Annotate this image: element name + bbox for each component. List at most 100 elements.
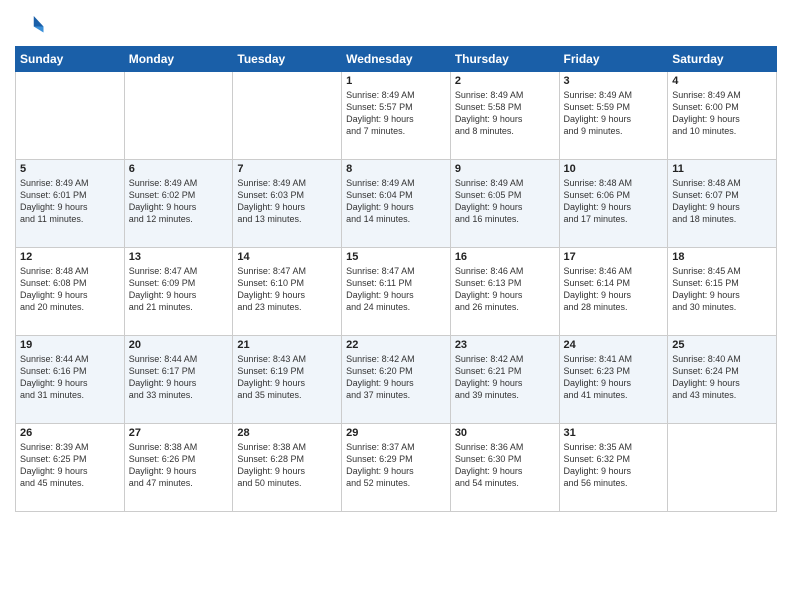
calendar-cell: 10 Sunrise: 8:48 AM Sunset: 6:06 PM Dayli…: [559, 160, 668, 248]
day-number: 26: [20, 427, 120, 439]
cell-info: Sunrise: 8:49 AM Sunset: 6:00 PM Dayligh…: [672, 89, 772, 138]
weekday-header-wednesday: Wednesday: [342, 47, 451, 72]
cell-info: Sunrise: 8:47 AM Sunset: 6:09 PM Dayligh…: [129, 265, 229, 314]
week-row-1: 5Sunrise: 8:49 AM Sunset: 6:01 PM Daylig…: [16, 160, 777, 248]
calendar-cell: 9 Sunrise: 8:49 AM Sunset: 6:05 PM Daylig…: [450, 160, 559, 248]
page: SundayMondayTuesdayWednesdayThursdayFrid…: [0, 0, 792, 612]
day-number: 10: [564, 163, 664, 175]
calendar-cell: 21 Sunrise: 8:43 AM Sunset: 6:19 PM Dayli…: [233, 336, 342, 424]
day-number: 4: [672, 75, 772, 87]
day-number: 25: [672, 339, 772, 351]
day-number: 5: [20, 163, 120, 175]
calendar: SundayMondayTuesdayWednesdayThursdayFrid…: [15, 46, 777, 512]
cell-info: Sunrise: 8:42 AM Sunset: 6:21 PM Dayligh…: [455, 353, 555, 402]
calendar-cell: [668, 424, 777, 512]
day-number: 18: [672, 251, 772, 263]
week-row-0: 1 Sunrise: 8:49 AM Sunset: 5:57 PM Daylig…: [16, 72, 777, 160]
day-number: 2: [455, 75, 555, 87]
cell-info: Sunrise: 8:40 AM Sunset: 6:24 PM Dayligh…: [672, 353, 772, 402]
calendar-cell: 13 Sunrise: 8:47 AM Sunset: 6:09 PM Dayli…: [124, 248, 233, 336]
calendar-cell: 17 Sunrise: 8:46 AM Sunset: 6:14 PM Dayli…: [559, 248, 668, 336]
week-row-4: 26 Sunrise: 8:39 AM Sunset: 6:25 PM Dayli…: [16, 424, 777, 512]
day-number: 8: [346, 163, 446, 175]
calendar-cell: 30 Sunrise: 8:36 AM Sunset: 6:30 PM Dayli…: [450, 424, 559, 512]
calendar-cell: [124, 72, 233, 160]
cell-info: Sunrise: 8:45 AM Sunset: 6:15 PM Dayligh…: [672, 265, 772, 314]
cell-info: Sunrise: 8:38 AM Sunset: 6:28 PM Dayligh…: [237, 441, 337, 490]
calendar-cell: [233, 72, 342, 160]
day-number: 13: [129, 251, 229, 263]
calendar-cell: 11 Sunrise: 8:48 AM Sunset: 6:07 PM Dayli…: [668, 160, 777, 248]
day-number: 29: [346, 427, 446, 439]
header: [15, 10, 777, 40]
calendar-cell: 3 Sunrise: 8:49 AM Sunset: 5:59 PM Daylig…: [559, 72, 668, 160]
cell-info: Sunrise: 8:35 AM Sunset: 6:32 PM Dayligh…: [564, 441, 664, 490]
day-number: 27: [129, 427, 229, 439]
weekday-header-thursday: Thursday: [450, 47, 559, 72]
calendar-cell: 8 Sunrise: 8:49 AM Sunset: 6:04 PM Daylig…: [342, 160, 451, 248]
cell-info: Sunrise: 8:46 AM Sunset: 6:14 PM Dayligh…: [564, 265, 664, 314]
cell-info: Sunrise: 8:49 AM Sunset: 6:04 PM Dayligh…: [346, 177, 446, 226]
day-number: 21: [237, 339, 337, 351]
cell-info: Sunrise: 8:39 AM Sunset: 6:25 PM Dayligh…: [20, 441, 120, 490]
day-number: 20: [129, 339, 229, 351]
calendar-cell: 1 Sunrise: 8:49 AM Sunset: 5:57 PM Daylig…: [342, 72, 451, 160]
weekday-header-row: SundayMondayTuesdayWednesdayThursdayFrid…: [16, 47, 777, 72]
calendar-cell: 16Sunrise: 8:46 AM Sunset: 6:13 PM Dayli…: [450, 248, 559, 336]
cell-info: Sunrise: 8:49 AM Sunset: 5:58 PM Dayligh…: [455, 89, 555, 138]
calendar-cell: 18 Sunrise: 8:45 AM Sunset: 6:15 PM Dayli…: [668, 248, 777, 336]
cell-info: Sunrise: 8:37 AM Sunset: 6:29 PM Dayligh…: [346, 441, 446, 490]
logo: [15, 10, 47, 40]
cell-info: Sunrise: 8:49 AM Sunset: 6:03 PM Dayligh…: [237, 177, 337, 226]
cell-info: Sunrise: 8:49 AM Sunset: 5:57 PM Dayligh…: [346, 89, 446, 138]
cell-info: Sunrise: 8:48 AM Sunset: 6:07 PM Dayligh…: [672, 177, 772, 226]
cell-info: Sunrise: 8:41 AM Sunset: 6:23 PM Dayligh…: [564, 353, 664, 402]
day-number: 3: [564, 75, 664, 87]
cell-info: Sunrise: 8:36 AM Sunset: 6:30 PM Dayligh…: [455, 441, 555, 490]
day-number: 28: [237, 427, 337, 439]
weekday-header-tuesday: Tuesday: [233, 47, 342, 72]
day-number: 17: [564, 251, 664, 263]
cell-info: Sunrise: 8:42 AM Sunset: 6:20 PM Dayligh…: [346, 353, 446, 402]
cell-info: Sunrise: 8:47 AM Sunset: 6:10 PM Dayligh…: [237, 265, 337, 314]
calendar-cell: 26 Sunrise: 8:39 AM Sunset: 6:25 PM Dayli…: [16, 424, 125, 512]
calendar-cell: 6Sunrise: 8:49 AM Sunset: 6:02 PM Daylig…: [124, 160, 233, 248]
cell-info: Sunrise: 8:43 AM Sunset: 6:19 PM Dayligh…: [237, 353, 337, 402]
day-number: 11: [672, 163, 772, 175]
week-row-3: 19Sunrise: 8:44 AM Sunset: 6:16 PM Dayli…: [16, 336, 777, 424]
week-row-2: 12Sunrise: 8:48 AM Sunset: 6:08 PM Dayli…: [16, 248, 777, 336]
calendar-cell: 15Sunrise: 8:47 AM Sunset: 6:11 PM Dayli…: [342, 248, 451, 336]
calendar-cell: 23 Sunrise: 8:42 AM Sunset: 6:21 PM Dayli…: [450, 336, 559, 424]
day-number: 22: [346, 339, 446, 351]
weekday-header-sunday: Sunday: [16, 47, 125, 72]
day-number: 31: [564, 427, 664, 439]
day-number: 23: [455, 339, 555, 351]
calendar-cell: [16, 72, 125, 160]
calendar-cell: 31 Sunrise: 8:35 AM Sunset: 6:32 PM Dayli…: [559, 424, 668, 512]
logo-icon: [15, 10, 45, 40]
cell-info: Sunrise: 8:38 AM Sunset: 6:26 PM Dayligh…: [129, 441, 229, 490]
weekday-header-monday: Monday: [124, 47, 233, 72]
day-number: 14: [237, 251, 337, 263]
day-number: 24: [564, 339, 664, 351]
calendar-cell: 7Sunrise: 8:49 AM Sunset: 6:03 PM Daylig…: [233, 160, 342, 248]
day-number: 30: [455, 427, 555, 439]
day-number: 9: [455, 163, 555, 175]
cell-info: Sunrise: 8:44 AM Sunset: 6:17 PM Dayligh…: [129, 353, 229, 402]
cell-info: Sunrise: 8:49 AM Sunset: 5:59 PM Dayligh…: [564, 89, 664, 138]
cell-info: Sunrise: 8:47 AM Sunset: 6:11 PM Dayligh…: [346, 265, 446, 314]
calendar-cell: 27 Sunrise: 8:38 AM Sunset: 6:26 PM Dayli…: [124, 424, 233, 512]
cell-info: Sunrise: 8:49 AM Sunset: 6:05 PM Dayligh…: [455, 177, 555, 226]
calendar-cell: 2 Sunrise: 8:49 AM Sunset: 5:58 PM Daylig…: [450, 72, 559, 160]
weekday-header-saturday: Saturday: [668, 47, 777, 72]
weekday-header-friday: Friday: [559, 47, 668, 72]
cell-info: Sunrise: 8:48 AM Sunset: 6:06 PM Dayligh…: [564, 177, 664, 226]
cell-info: Sunrise: 8:48 AM Sunset: 6:08 PM Dayligh…: [20, 265, 120, 314]
cell-info: Sunrise: 8:46 AM Sunset: 6:13 PM Dayligh…: [455, 265, 555, 314]
calendar-cell: 14 Sunrise: 8:47 AM Sunset: 6:10 PM Dayli…: [233, 248, 342, 336]
day-number: 19: [20, 339, 120, 351]
calendar-cell: 22 Sunrise: 8:42 AM Sunset: 6:20 PM Dayli…: [342, 336, 451, 424]
calendar-cell: 28 Sunrise: 8:38 AM Sunset: 6:28 PM Dayli…: [233, 424, 342, 512]
day-number: 1: [346, 75, 446, 87]
day-number: 6: [129, 163, 229, 175]
